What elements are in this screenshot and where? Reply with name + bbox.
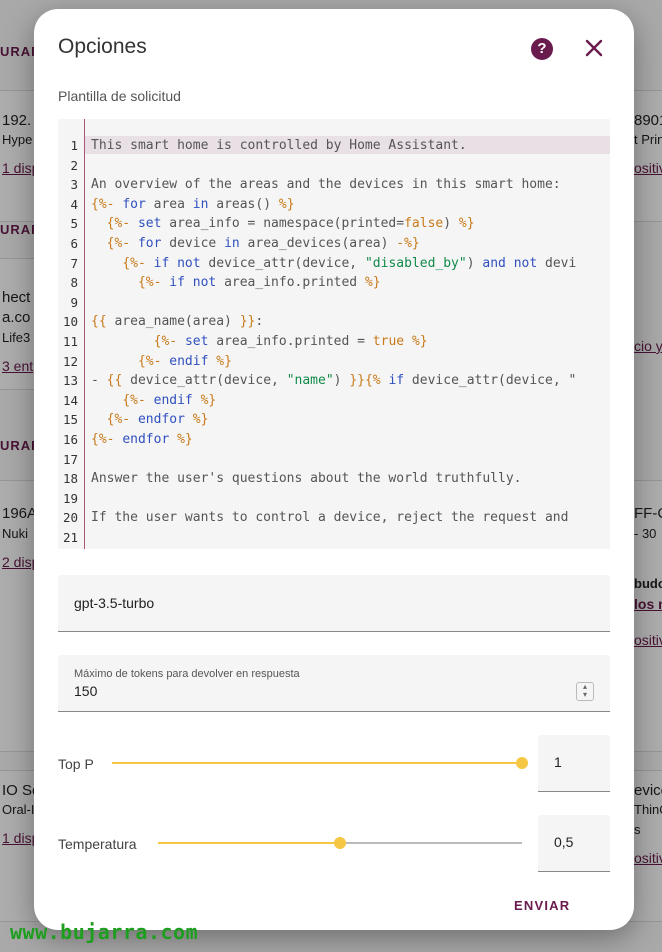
line-number: 4 xyxy=(70,196,78,212)
model-value: gpt-3.5-turbo xyxy=(74,595,155,611)
model-field[interactable]: gpt-3.5-turbo xyxy=(58,575,610,632)
line-number: 7 xyxy=(70,255,78,271)
code-line: 9 xyxy=(58,293,78,313)
line-number: 1 xyxy=(70,138,78,153)
code-text: {%- set area_info.printed = true %} xyxy=(153,333,428,349)
prompt-template-editor[interactable]: 1 This smart home is controlled by Home A… xyxy=(58,119,610,549)
code-text: {{ area_name(area) }}: xyxy=(91,314,264,330)
line-number: 13 xyxy=(62,373,78,389)
line-number: 18 xyxy=(62,471,78,487)
line-number: 11 xyxy=(62,333,78,349)
prompt-template-label: Plantilla de solicitud xyxy=(58,88,181,104)
max-tokens-value: 150 xyxy=(74,683,98,699)
line-number: 15 xyxy=(62,412,78,428)
close-icon[interactable] xyxy=(582,36,606,60)
code-line: 8 {%- if not area_info.printed %} xyxy=(58,273,380,293)
dialog-title: Opciones xyxy=(58,35,147,58)
code-line: 1 This smart home is controlled by Home A… xyxy=(58,136,466,156)
line-number: 17 xyxy=(62,451,78,467)
code-text: {%- endif %} xyxy=(122,392,217,408)
code-text: An overview of the areas and the devices… xyxy=(91,177,561,193)
top-p-value: 1 xyxy=(554,754,562,770)
code-text: {%- endfor %} xyxy=(91,431,193,447)
code-line: 16 {%- endfor %} xyxy=(58,430,193,450)
line-number: 3 xyxy=(70,177,78,193)
top-p-track-fill xyxy=(112,762,522,764)
code-line: 11 {%- set area_info.printed = true %} xyxy=(58,332,428,352)
code-line: 5 {%- set area_info = namespace(printed=… xyxy=(58,214,474,234)
line-number: 19 xyxy=(62,490,78,506)
code-text: {%- if not area_info.printed %} xyxy=(137,275,381,291)
code-text: {%- endif %} xyxy=(137,353,232,369)
watermark: www.bujarra.com xyxy=(10,920,199,944)
temperature-thumb[interactable] xyxy=(334,837,346,849)
line-number: 14 xyxy=(62,392,78,408)
line-number: 5 xyxy=(70,216,78,232)
temperature-label: Temperatura xyxy=(58,836,137,852)
temperature-input[interactable]: 0,5 xyxy=(538,815,610,872)
line-number: 6 xyxy=(70,235,78,251)
line-number: 10 xyxy=(62,314,78,330)
code-line: 7 {%- if not device_attr(device, "disabl… xyxy=(58,254,576,274)
help-circle-icon[interactable]: ? xyxy=(531,38,553,60)
code-line: 2 xyxy=(58,156,78,176)
code-line: 13 - {{ device_attr(device, "name") }}{% … xyxy=(58,371,576,391)
code-line: 21 xyxy=(58,528,78,548)
max-tokens-field[interactable]: Máximo de tokens para devolver en respue… xyxy=(58,655,610,712)
code-text: - {{ device_attr(device, "name") }}{% if… xyxy=(91,373,577,389)
max-tokens-label: Máximo de tokens para devolver en respue… xyxy=(74,668,300,680)
code-text: Answer the user's questions about the wo… xyxy=(91,471,522,487)
code-text: {%- set area_info = namespace(printed=fa… xyxy=(106,216,475,232)
code-text: {%- for area in areas() %} xyxy=(91,196,295,212)
line-number: 2 xyxy=(70,157,78,173)
temperature-track-fill xyxy=(158,842,340,844)
code-line: 15 {%- endfor %} xyxy=(58,410,208,430)
code-lines: 1 This smart home is controlled by Home A… xyxy=(58,136,576,548)
top-p-thumb[interactable] xyxy=(516,757,528,769)
send-button[interactable]: ENVIAR xyxy=(514,898,570,913)
code-line: 20 If the user wants to control a device,… xyxy=(58,508,569,528)
line-number: 20 xyxy=(62,510,78,526)
code-line: 4 {%- for area in areas() %} xyxy=(58,195,294,215)
code-line: 14 {%- endif %} xyxy=(58,391,216,411)
options-dialog: Opciones ? Plantilla de solicitud 1 This … xyxy=(34,9,634,930)
line-number: 16 xyxy=(62,431,78,447)
temperature-value: 0,5 xyxy=(554,834,574,850)
code-line: 10 {{ area_name(area) }}: xyxy=(58,312,263,332)
code-line: 3 An overview of the areas and the device… xyxy=(58,175,560,195)
line-number: 12 xyxy=(62,353,78,369)
code-text: {%- if not device_attr(device, "disabled… xyxy=(122,255,577,271)
number-spinner-icon[interactable]: ▴ ▾ xyxy=(576,682,594,701)
code-line: 19 xyxy=(58,489,78,509)
line-number: 21 xyxy=(62,529,78,545)
line-number: 8 xyxy=(70,275,78,291)
code-text: {%- endfor %} xyxy=(106,412,209,428)
top-p-input[interactable]: 1 xyxy=(538,735,610,792)
code-text: If the user wants to control a device, r… xyxy=(91,510,569,526)
line-number: 9 xyxy=(70,294,78,310)
code-line: 17 xyxy=(58,450,78,470)
code-line: 6 {%- for device in area_devices(area) -… xyxy=(58,234,419,254)
code-text: This smart home is controlled by Home As… xyxy=(91,138,467,153)
code-line: 12 {%- endif %} xyxy=(58,352,232,372)
code-text: {%- for device in area_devices(area) -%} xyxy=(106,235,420,251)
code-line: 18 Answer the user's questions about the … xyxy=(58,469,522,489)
top-p-label: Top P xyxy=(58,756,94,772)
